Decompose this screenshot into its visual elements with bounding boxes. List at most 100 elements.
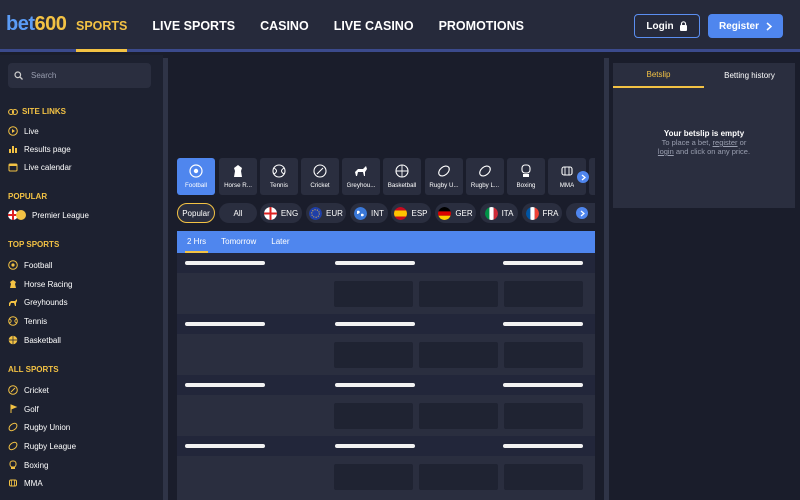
skeleton-bar — [335, 383, 415, 387]
logo[interactable]: bet600 — [6, 13, 67, 36]
search-box[interactable] — [8, 63, 151, 88]
greyhound-icon — [355, 166, 367, 176]
event-header-skeleton — [177, 436, 595, 456]
sidebar-item-live-calendar[interactable]: Live calendar — [8, 162, 72, 172]
event-row-skeleton — [177, 334, 595, 375]
chip-label: ITA — [501, 208, 514, 218]
tennis-icon — [272, 164, 286, 178]
logo-number: 600 — [34, 13, 67, 35]
sport-tile-partial[interactable] — [589, 158, 595, 195]
sidebar-item-tennis[interactable]: Tennis — [8, 316, 47, 326]
sidebar-item-cricket[interactable]: Cricket — [8, 385, 49, 395]
spain-flag-icon — [394, 206, 408, 220]
chip-label: ESP — [411, 208, 428, 218]
chip-ita[interactable]: ITA — [480, 203, 518, 223]
time-tabs: 2 Hrs Tomorrow Later — [177, 231, 595, 253]
sport-tile-rugby-league[interactable]: Rugby L... — [466, 158, 504, 195]
play-circle-icon — [8, 126, 18, 136]
sport-tile-greyhounds[interactable]: Greyhou... — [342, 158, 380, 195]
chip-ger[interactable]: GER — [435, 203, 476, 223]
register-button[interactable]: Register — [708, 14, 783, 38]
chevron-right-icon — [581, 174, 586, 180]
chip-all[interactable]: All — [219, 203, 257, 223]
search-input[interactable] — [31, 71, 131, 80]
england-flag-icon — [263, 206, 277, 220]
sport-tile-cricket[interactable]: Cricket — [301, 158, 339, 195]
sport-tile-boxing[interactable]: Boxing — [507, 158, 545, 195]
sport-tile-rugby-union[interactable]: Rugby U... — [425, 158, 463, 195]
sport-tile-horse-racing[interactable]: Horse R... — [219, 158, 257, 195]
left-sidebar: SITE LINKS Live Results page Live calend… — [0, 55, 163, 500]
chip-label: INT — [371, 208, 384, 218]
skeleton-bar — [503, 322, 583, 326]
boxing-glove-icon — [521, 164, 531, 177]
sidebar-item-golf[interactable]: Golf — [8, 404, 39, 414]
logo-text: bet — [6, 13, 35, 35]
sidebar-item-rugby-league[interactable]: Rugby League — [8, 441, 76, 451]
sidebar-item-label: Rugby League — [24, 441, 77, 451]
sidebar-item-horse-racing[interactable]: Horse Racing — [8, 279, 72, 289]
odds-cell-skeleton — [504, 281, 583, 307]
nav-promotions[interactable]: PROMOTIONS — [439, 0, 524, 52]
calendar-icon — [8, 163, 18, 172]
chip-popular[interactable]: Popular — [177, 203, 215, 223]
sidebar-item-label: Horse Racing — [24, 279, 73, 289]
tab-betting-history[interactable]: Betting history — [704, 63, 795, 88]
sidebar-item-greyhounds[interactable]: Greyhounds — [8, 297, 68, 307]
sidebar-item-label: Cricket — [24, 385, 49, 395]
chip-int[interactable]: INT — [350, 203, 388, 223]
odds-cell-skeleton — [334, 281, 413, 307]
sidebar-item-live[interactable]: Live — [8, 126, 39, 136]
sidebar-item-results[interactable]: Results page — [8, 144, 71, 154]
sidebar-item-label: Boxing — [24, 460, 49, 470]
sidebar-item-rugby-union[interactable]: Rugby Union — [8, 422, 70, 432]
login-button[interactable]: Login — [634, 14, 700, 38]
sidebar-item-boxing[interactable]: Boxing — [8, 460, 48, 470]
sport-tile-football[interactable]: Football — [177, 158, 215, 195]
sidebar-item-football[interactable]: Football — [8, 260, 52, 270]
tab-betslip[interactable]: Betslip — [613, 63, 704, 88]
sidebar-item-label: Basketball — [24, 335, 61, 345]
skeleton-bar — [335, 322, 415, 326]
sport-tile-tennis[interactable]: Tennis — [260, 158, 298, 195]
tennis-icon — [8, 316, 18, 326]
event-header-skeleton — [177, 375, 595, 395]
nav-live-sports[interactable]: LIVE SPORTS — [152, 0, 235, 52]
tab-2-hrs[interactable]: 2 Hrs — [184, 231, 209, 253]
germany-flag-icon — [438, 206, 452, 220]
event-row-skeleton — [177, 395, 595, 436]
tab-tomorrow[interactable]: Tomorrow — [221, 231, 256, 253]
chips-next-arrow[interactable] — [576, 207, 588, 219]
chip-label: GER — [455, 208, 473, 218]
main-nav: SPORTS LIVE SPORTS CASINO LIVE CASINO PR… — [76, 0, 549, 52]
top-header: bet600 SPORTS LIVE SPORTS CASINO LIVE CA… — [0, 0, 800, 52]
skeleton-bar — [335, 261, 415, 265]
event-header-skeleton — [177, 314, 595, 334]
sidebar-item-basketball[interactable]: Basketball — [8, 335, 61, 345]
odds-cell-skeleton — [334, 342, 413, 368]
sport-tile-basketball[interactable]: Basketball — [383, 158, 421, 195]
betslip-login-link[interactable]: login — [658, 147, 674, 156]
nav-live-casino[interactable]: LIVE CASINO — [334, 0, 414, 52]
chevron-right-icon — [580, 210, 585, 216]
chip-eur[interactable]: EUR — [306, 203, 346, 223]
sidebar-item-mma[interactable]: MMA — [8, 478, 43, 488]
chip-eng[interactable]: ENG — [260, 203, 302, 223]
sport-tile-label: Football — [184, 182, 207, 189]
sidebar-item-label: Results page — [24, 144, 71, 154]
skeleton-bar — [185, 322, 265, 326]
main-scrollbar[interactable] — [604, 58, 609, 500]
sports-next-arrow[interactable] — [577, 171, 589, 183]
boxing-glove-icon — [9, 460, 17, 469]
sidebar-item-premier-league[interactable]: Premier League — [8, 210, 89, 220]
tab-later[interactable]: Later — [271, 231, 289, 253]
chip-esp[interactable]: ESP — [391, 203, 431, 223]
betslip-empty-title: Your betslip is empty — [663, 129, 745, 138]
skeleton-bar — [503, 383, 583, 387]
register-label: Register — [718, 20, 759, 32]
chip-fra[interactable]: FRA — [522, 203, 562, 223]
nav-casino[interactable]: CASINO — [260, 0, 309, 52]
betslip-register-link[interactable]: register — [713, 138, 738, 147]
nav-sports[interactable]: SPORTS — [76, 0, 128, 52]
event-row-skeleton — [177, 273, 595, 314]
